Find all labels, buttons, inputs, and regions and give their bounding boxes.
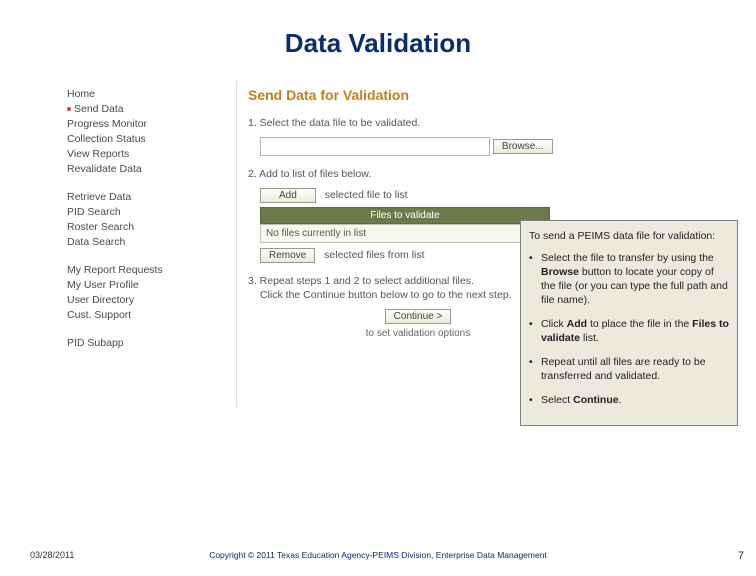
sidebar-item-retrieve-data[interactable]: Retrieve Data	[67, 190, 227, 205]
sidebar-item-send-data[interactable]: Send Data	[67, 102, 227, 117]
sidebar-item-cust-support[interactable]: Cust. Support	[67, 308, 227, 323]
callout-bullet-1: Select the file to transfer by using the…	[529, 251, 729, 307]
add-row: Add selected file to list	[260, 188, 588, 203]
sidebar-group: My Report Requests My User Profile User …	[67, 263, 227, 323]
sidebar-item-user-directory[interactable]: User Directory	[67, 293, 227, 308]
browse-button[interactable]: Browse...	[493, 139, 553, 154]
sidebar-item-my-user-profile[interactable]: My User Profile	[67, 278, 227, 293]
file-path-input[interactable]	[260, 137, 490, 156]
sidebar-item-roster-search[interactable]: Roster Search	[67, 220, 227, 235]
add-button[interactable]: Add	[260, 188, 316, 203]
sidebar-item-home[interactable]: Home	[67, 87, 227, 102]
callout-bullet-4: Select Continue.	[529, 393, 729, 407]
sidebar-group: PID Subapp	[67, 336, 227, 351]
remove-note: selected files from list	[324, 249, 424, 261]
divider	[236, 81, 237, 407]
remove-button[interactable]: Remove	[260, 248, 315, 263]
sidebar-item-revalidate-data[interactable]: Revalidate Data	[67, 162, 227, 177]
footer-page-number: 7	[738, 550, 744, 562]
sidebar: Home Send Data Progress Monitor Collecti…	[67, 87, 227, 364]
file-input-row: Browse...	[260, 137, 588, 156]
add-note: selected file to list	[325, 189, 408, 201]
callout-bullet-3: Repeat until all files are ready to be t…	[529, 355, 729, 383]
sidebar-item-data-search[interactable]: Data Search	[67, 235, 227, 250]
step-1-text: 1. Select the data file to be validated.	[248, 117, 588, 129]
continue-button[interactable]: Continue >	[385, 309, 452, 324]
instruction-callout: To send a PEIMS data file for validation…	[520, 220, 738, 426]
footer-copyright: Copyright © 2011 Texas Education Agency-…	[0, 550, 756, 560]
sidebar-item-my-report-requests[interactable]: My Report Requests	[67, 263, 227, 278]
sidebar-group: Home Send Data Progress Monitor Collecti…	[67, 87, 227, 177]
files-table-header: Files to validate	[260, 207, 550, 224]
sidebar-item-view-reports[interactable]: View Reports	[67, 147, 227, 162]
callout-lead: To send a PEIMS data file for validation…	[529, 229, 729, 243]
app-screenshot: Home Send Data Progress Monitor Collecti…	[60, 81, 600, 407]
content-heading: Send Data for Validation	[248, 87, 588, 103]
sidebar-item-pid-subapp[interactable]: PID Subapp	[67, 336, 227, 351]
files-table: Files to validate No files currently in …	[260, 207, 550, 243]
callout-bullet-2: Click Add to place the file in the Files…	[529, 317, 729, 345]
files-table-empty: No files currently in list	[260, 224, 550, 243]
slide-title: Data Validation	[0, 28, 756, 59]
sidebar-group: Retrieve Data PID Search Roster Search D…	[67, 190, 227, 250]
sidebar-item-pid-search[interactable]: PID Search	[67, 205, 227, 220]
sidebar-item-progress-monitor[interactable]: Progress Monitor	[67, 117, 227, 132]
sidebar-item-collection-status[interactable]: Collection Status	[67, 132, 227, 147]
step-2-text: 2. Add to list of files below.	[248, 168, 588, 180]
